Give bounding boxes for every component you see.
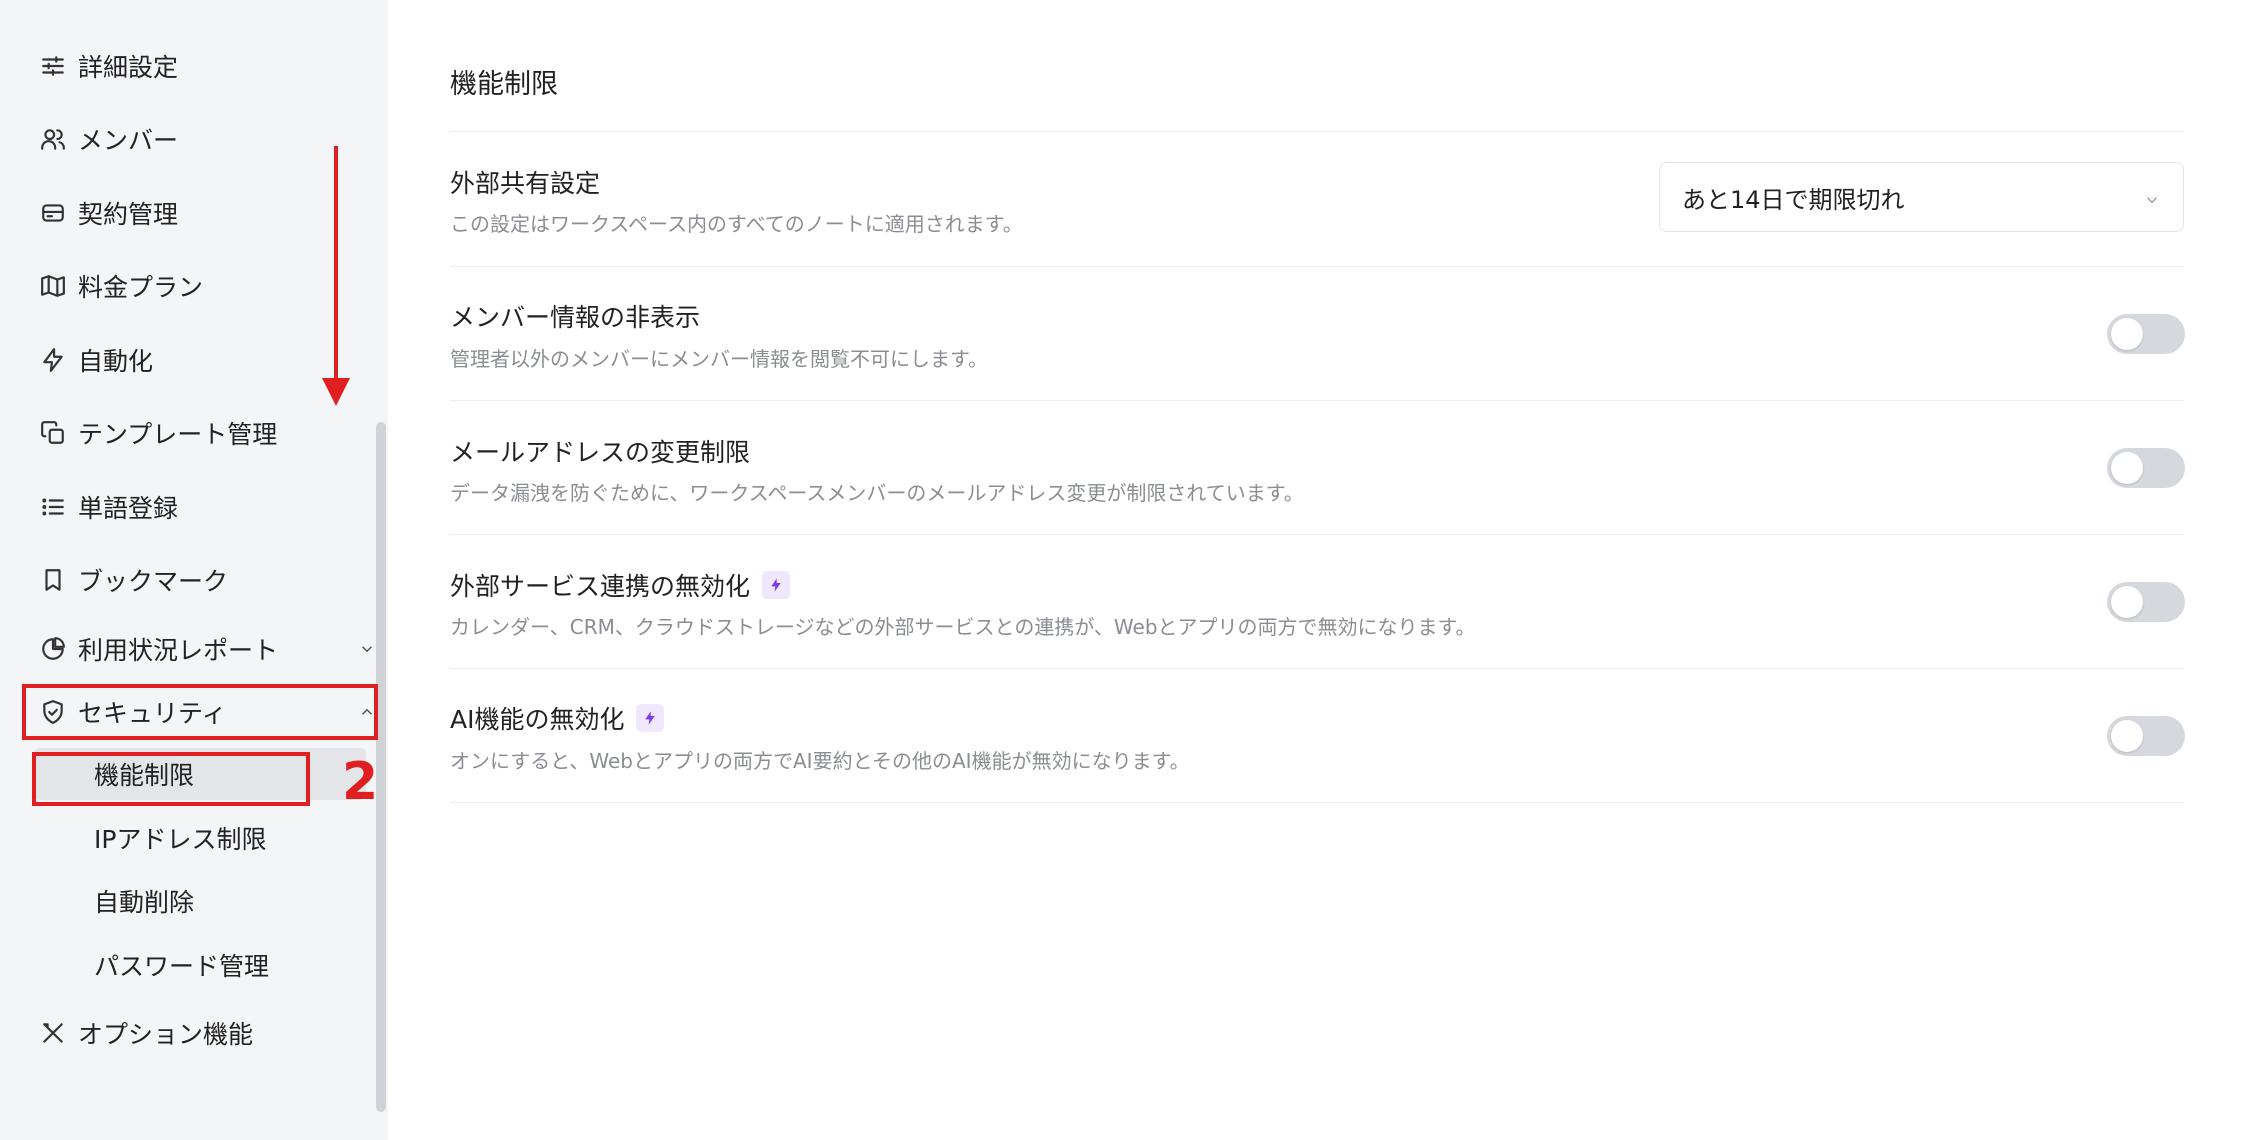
ai-features-toggle[interactable]: [2107, 716, 2185, 756]
sidebar-subitem-label: パスワード管理: [94, 952, 270, 981]
sidebar-item-label: 詳細設定: [78, 53, 179, 82]
annotation-number-2: 2: [342, 752, 379, 812]
chevron-down-icon: [2143, 187, 2163, 207]
sidebar-subitem-ip-restriction[interactable]: IPアドレス制限: [94, 816, 266, 860]
sidebar-item-advanced-settings[interactable]: 詳細設定: [38, 44, 178, 88]
map-icon: [38, 271, 68, 301]
annotation-box-security: [22, 684, 378, 740]
sidebar: 詳細設定 メンバー 契約管理 料金プラン 自動化 テンプレート管理 単語登録 ブ…: [0, 0, 388, 1140]
sidebar-item-templates[interactable]: テンプレート管理: [38, 411, 277, 455]
setting-title-hide-member-info: メンバー情報の非表示: [450, 303, 701, 332]
annotation-arrow-head: [322, 378, 350, 406]
external-sharing-select[interactable]: あと14日で期限切れ: [1659, 162, 2184, 232]
sidebar-item-options[interactable]: オプション機能: [38, 1011, 253, 1055]
divider: [450, 266, 2184, 267]
sidebar-subitem-auto-delete[interactable]: 自動削除: [94, 879, 194, 923]
hide-member-info-toggle[interactable]: [2107, 314, 2185, 354]
credit-card-icon: [38, 198, 68, 228]
setting-title-external-sharing: 外部共有設定: [450, 169, 601, 198]
users-icon: [38, 124, 68, 154]
sidebar-item-label: 利用状況レポート: [78, 636, 279, 665]
setting-desc-external-services: カレンダー、CRM、クラウドストレージなどの外部サービスとの連携が、Webとアプ…: [450, 615, 1476, 639]
sliders-icon: [38, 51, 68, 81]
select-value: あと14日で期限切れ: [1682, 185, 1905, 214]
bookmark-icon: [38, 565, 68, 595]
annotation-box-feature-restriction: [32, 752, 310, 806]
divider: [450, 400, 2184, 401]
sidebar-item-bookmark[interactable]: ブックマーク: [38, 558, 228, 602]
sidebar-subitem-label: 自動削除: [94, 888, 195, 917]
divider: [450, 668, 2184, 669]
chevron-down-icon[interactable]: [356, 638, 378, 660]
bolt-icon: [38, 345, 68, 375]
sidebar-item-label: オプション機能: [78, 1020, 254, 1049]
setting-title-email-change-restriction: メールアドレスの変更制限: [450, 438, 751, 467]
sidebar-item-members[interactable]: メンバー: [38, 117, 178, 161]
email-change-restriction-toggle[interactable]: [2107, 448, 2185, 488]
sidebar-item-label: 契約管理: [78, 200, 179, 229]
sidebar-subitem-password[interactable]: パスワード管理: [94, 943, 269, 987]
sidebar-item-contract[interactable]: 契約管理: [38, 191, 178, 235]
list-icon: [38, 492, 68, 522]
setting-desc-ai-features: オンにすると、Webとアプリの両方でAI要約とその他のAI機能が無効になります。: [450, 749, 1190, 773]
sidebar-item-label: テンプレート管理: [78, 420, 278, 449]
sidebar-item-label: 自動化: [78, 347, 154, 376]
toggle-knob: [2111, 720, 2143, 752]
sidebar-subitem-label: IPアドレス制限: [94, 825, 267, 854]
setting-title-text: AI機能の無効化: [450, 705, 625, 734]
divider: [450, 534, 2184, 535]
external-services-toggle[interactable]: [2107, 582, 2185, 622]
divider: [450, 802, 2184, 803]
sidebar-item-label: 単語登録: [78, 494, 179, 523]
divider: [450, 131, 2184, 132]
setting-desc-external-sharing: この設定はワークスペース内のすべてのノートに適用されます。: [450, 212, 1023, 236]
premium-bolt-icon: [636, 704, 665, 732]
copy-icon: [38, 418, 68, 448]
sidebar-item-label: ブックマーク: [78, 567, 229, 596]
page-title: 機能制限: [450, 69, 558, 100]
sidebar-item-automation[interactable]: 自動化: [38, 338, 153, 382]
setting-desc-email-change-restriction: データ漏洩を防ぐために、ワークスペースメンバーのメールアドレス変更が制限されてい…: [450, 481, 1304, 505]
setting-title-external-services: 外部サービス連携の無効化: [450, 567, 791, 603]
toggle-knob: [2111, 318, 2143, 350]
sidebar-item-pricing[interactable]: 料金プラン: [38, 264, 203, 308]
setting-desc-hide-member-info: 管理者以外のメンバーにメンバー情報を閲覧不可にします。: [450, 347, 988, 371]
sidebar-item-usage-report[interactable]: 利用状況レポート: [38, 627, 373, 671]
premium-bolt-icon: [762, 571, 791, 599]
tools-icon: [38, 1018, 68, 1048]
main-content: 機能制限 外部共有設定 この設定はワークスペース内のすべてのノートに適用されます…: [388, 0, 2248, 1140]
pie-chart-icon: [38, 634, 68, 664]
sidebar-item-label: メンバー: [78, 126, 179, 155]
setting-title-text: 外部サービス連携の無効化: [450, 572, 751, 601]
toggle-knob: [2111, 452, 2143, 484]
annotation-arrow-line: [334, 146, 338, 382]
sidebar-item-dictionary[interactable]: 単語登録: [38, 485, 178, 529]
sidebar-item-label: 料金プラン: [78, 273, 204, 302]
setting-title-ai-features: AI機能の無効化: [450, 700, 665, 736]
toggle-knob: [2111, 586, 2143, 618]
